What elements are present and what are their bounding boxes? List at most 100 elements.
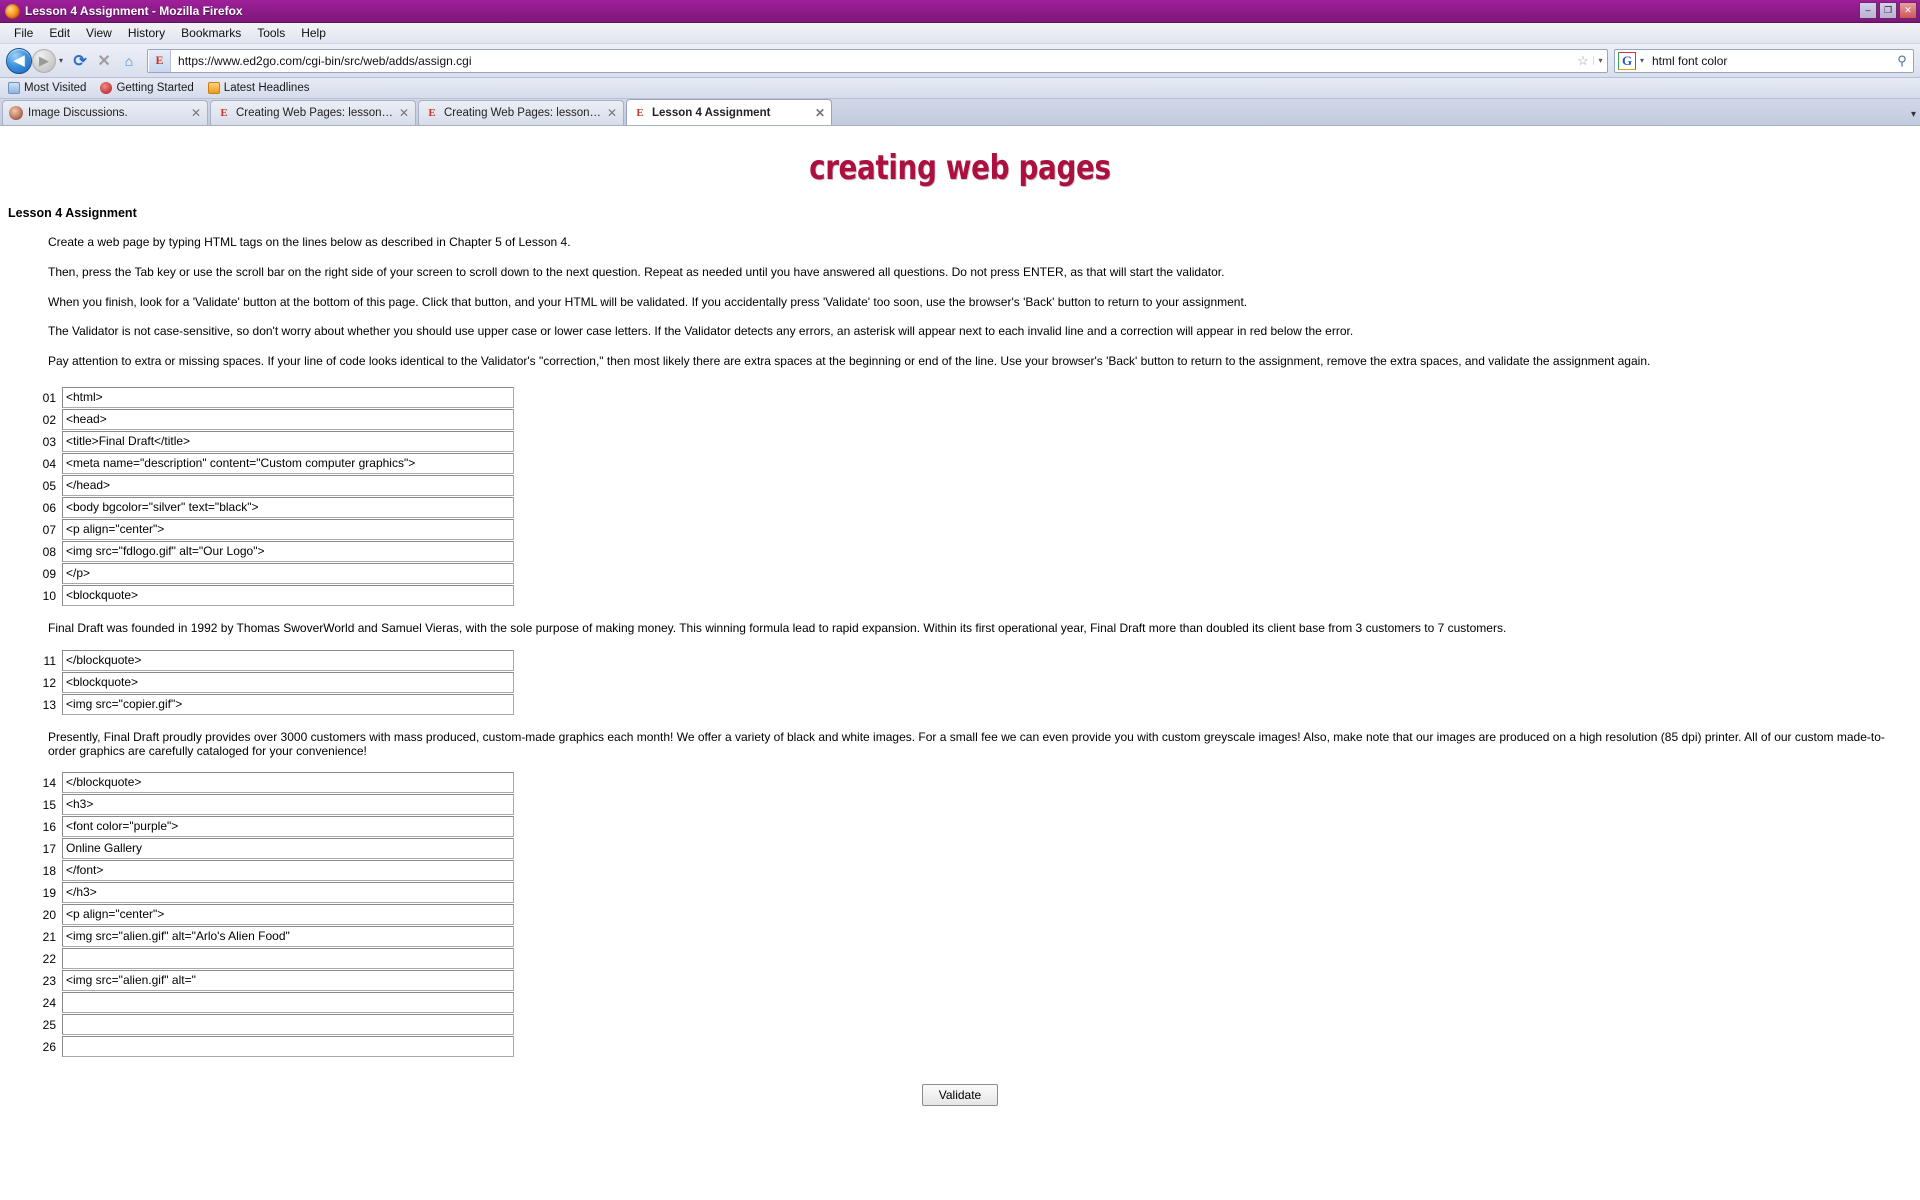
maximize-button[interactable]: ❐ bbox=[1879, 2, 1897, 19]
menu-bar: File Edit View History Bookmarks Tools H… bbox=[0, 23, 1920, 44]
code-input-17[interactable]: Online Gallery bbox=[62, 838, 514, 860]
address-bar[interactable]: E https://www.ed2go.com/cgi-bin/src/web/… bbox=[147, 48, 1608, 73]
code-input-11[interactable]: </blockquote> bbox=[62, 649, 514, 671]
code-input-13[interactable]: <img src="copier.gif"> bbox=[62, 693, 514, 715]
code-input-05[interactable]: </head> bbox=[62, 474, 514, 496]
body-paragraph-2: Presently, Final Draft proudly provides … bbox=[48, 729, 1885, 758]
menu-item-bookmarks[interactable]: Bookmarks bbox=[173, 24, 249, 42]
code-input-09[interactable]: </p> bbox=[62, 562, 514, 584]
bookmark-latest-headlines[interactable]: Latest Headlines bbox=[207, 82, 310, 94]
menu-item-view[interactable]: View bbox=[78, 24, 120, 42]
bookmark-getting-started[interactable]: Getting Started bbox=[100, 82, 194, 94]
home-icon[interactable]: ⌂ bbox=[117, 53, 141, 69]
instruction-paragraph-3: When you finish, look for a 'Validate' b… bbox=[48, 294, 1248, 309]
code-line-14: 14 </blockquote> bbox=[38, 772, 1920, 794]
url-text[interactable]: https://www.ed2go.com/cgi-bin/src/web/ad… bbox=[172, 54, 1573, 68]
search-icon[interactable]: ⚲ bbox=[1891, 53, 1913, 69]
line-number: 16 bbox=[42, 820, 56, 835]
code-input-26[interactable] bbox=[62, 1036, 514, 1058]
menu-item-edit[interactable]: Edit bbox=[41, 24, 78, 42]
menu-item-help[interactable]: Help bbox=[293, 24, 334, 42]
code-input-25[interactable] bbox=[62, 1014, 514, 1036]
tab-title: Creating Web Pages: lessons: lesson... bbox=[444, 107, 605, 119]
search-bar[interactable]: G ▾ html font color ⚲ bbox=[1614, 48, 1914, 73]
tab-close-icon[interactable]: ✕ bbox=[189, 106, 203, 120]
tab-lesson-4-assignment[interactable]: E Lesson 4 Assignment ✕ bbox=[626, 99, 832, 125]
reload-icon[interactable]: ⟳ bbox=[69, 51, 91, 71]
back-icon[interactable]: ◀ bbox=[6, 47, 32, 74]
instruction-paragraph-1: Create a web page by typing HTML tags on… bbox=[48, 235, 571, 249]
code-line-11: 11 </blockquote> bbox=[38, 649, 1920, 672]
address-dropdown-icon[interactable]: ▾ bbox=[1593, 56, 1607, 65]
code-line-03: 03 <title>Final Draft</title> bbox=[38, 430, 1920, 453]
tab-title: Image Discussions. bbox=[28, 107, 128, 119]
code-input-10[interactable]: <blockquote> bbox=[62, 584, 514, 606]
minimize-button[interactable]: – bbox=[1859, 2, 1877, 19]
code-input-19[interactable]: </h3> bbox=[62, 882, 514, 904]
code-line-24: 24 bbox=[38, 992, 1920, 1014]
line-number: 08 bbox=[42, 544, 56, 559]
tab-close-icon[interactable]: ✕ bbox=[605, 106, 619, 120]
bookmark-label: Latest Headlines bbox=[223, 82, 310, 94]
bookmark-most-visited[interactable]: Most Visited bbox=[8, 82, 86, 94]
code-line-04: 04 <meta name="description" content="Cus… bbox=[38, 452, 1920, 475]
line-number: 24 bbox=[42, 996, 56, 1011]
code-line-23: 23 <img src="alien.gif" alt=" bbox=[38, 970, 1920, 992]
code-input-21[interactable]: <img src="alien.gif" alt="Arlo's Alien F… bbox=[62, 926, 514, 948]
code-input-18[interactable]: </font> bbox=[62, 860, 514, 882]
tab-creating-web-pages-2[interactable]: E Creating Web Pages: lessons: lesson...… bbox=[418, 100, 624, 125]
code-input-22[interactable] bbox=[62, 948, 514, 970]
code-input-02[interactable]: <head> bbox=[62, 408, 514, 430]
bookmark-label: Most Visited bbox=[24, 82, 87, 94]
code-input-15[interactable]: <h3> bbox=[62, 794, 514, 816]
code-input-01[interactable]: <html> bbox=[62, 386, 514, 408]
site-identity-icon[interactable]: E bbox=[149, 49, 172, 72]
code-input-16[interactable]: <font color="purple"> bbox=[62, 816, 514, 838]
code-input-24[interactable] bbox=[62, 992, 514, 1014]
line-number: 25 bbox=[42, 1018, 56, 1033]
line-number: 21 bbox=[42, 930, 56, 945]
search-engine-dropdown-icon[interactable]: ▾ bbox=[1636, 56, 1648, 65]
code-input-04[interactable]: <meta name="description" content="Custom… bbox=[62, 452, 514, 474]
getting-started-icon bbox=[100, 82, 113, 94]
code-input-08[interactable]: <img src="fdlogo.gif" alt="Our Logo"> bbox=[62, 540, 514, 562]
firefox-logo-icon bbox=[5, 3, 20, 19]
menu-item-history[interactable]: History bbox=[120, 24, 173, 42]
tab-close-icon[interactable]: ✕ bbox=[397, 106, 411, 120]
list-all-tabs-icon[interactable]: ▾ bbox=[1911, 109, 1916, 120]
tab-image-discussions[interactable]: Image Discussions. ✕ bbox=[2, 100, 208, 125]
latest-headlines-icon bbox=[207, 82, 220, 94]
history-dropdown-icon[interactable]: ▾ bbox=[59, 56, 63, 65]
code-input-12[interactable]: <blockquote> bbox=[62, 671, 514, 693]
code-input-20[interactable]: <p align="center"> bbox=[62, 904, 514, 926]
menu-item-file[interactable]: File bbox=[6, 24, 41, 42]
code-line-17: 17 Online Gallery bbox=[38, 838, 1920, 860]
code-line-09: 09 </p> bbox=[38, 562, 1920, 585]
validate-button[interactable]: Validate bbox=[921, 1084, 999, 1107]
line-number: 11 bbox=[43, 653, 56, 668]
code-input-23[interactable]: <img src="alien.gif" alt=" bbox=[62, 970, 514, 992]
tab-close-icon[interactable]: ✕ bbox=[813, 106, 827, 120]
bookmark-star-icon[interactable]: ☆ bbox=[1573, 53, 1593, 69]
tab-creating-web-pages-1[interactable]: E Creating Web Pages: lessons: lesson...… bbox=[210, 100, 416, 125]
most-visited-icon bbox=[8, 82, 20, 94]
code-block-3: 14 </blockquote> 15 <h3> 16 <font color=… bbox=[38, 772, 1920, 1058]
search-input[interactable]: html font color bbox=[1648, 54, 1891, 68]
line-number: 13 bbox=[42, 697, 56, 712]
code-line-13: 13 <img src="copier.gif"> bbox=[38, 693, 1920, 716]
stop-icon[interactable]: ✕ bbox=[93, 51, 115, 71]
forward-icon[interactable]: ▶ bbox=[32, 48, 56, 73]
google-search-engine-icon[interactable]: G bbox=[1618, 51, 1636, 70]
close-button[interactable]: ✕ bbox=[1899, 2, 1917, 19]
menu-item-tools[interactable]: Tools bbox=[249, 24, 293, 42]
ed2go-favicon-icon: E bbox=[220, 107, 228, 119]
bookmarks-toolbar: Most Visited Getting Started Latest Head… bbox=[0, 78, 1920, 99]
code-input-06[interactable]: <body bgcolor="silver" text="black"> bbox=[62, 496, 514, 518]
line-number: 17 bbox=[42, 842, 56, 857]
code-input-07[interactable]: <p align="center"> bbox=[62, 518, 514, 540]
instruction-paragraph-2: Then, press the Tab key or use the scrol… bbox=[48, 264, 1225, 279]
page-banner: creating web pages bbox=[0, 126, 1920, 194]
code-input-03[interactable]: <title>Final Draft</title> bbox=[62, 430, 514, 452]
code-input-14[interactable]: </blockquote> bbox=[62, 772, 514, 794]
code-line-12: 12 <blockquote> bbox=[38, 671, 1920, 694]
